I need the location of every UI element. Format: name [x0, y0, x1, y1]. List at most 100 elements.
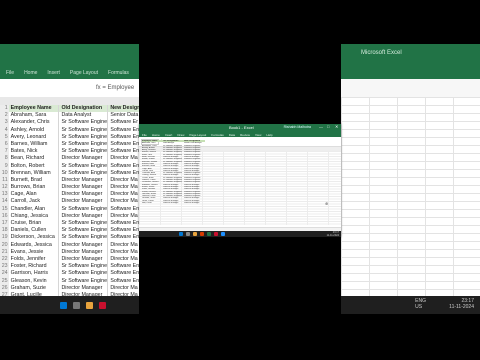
- app-icon[interactable]: [214, 232, 218, 236]
- cell-new-designation[interactable]: Software En: [108, 148, 139, 156]
- table-row[interactable]: 24 Garrison, Harris Sr Software Engineer So…: [0, 270, 139, 278]
- cell-old-designation[interactable]: Sr Software Engineer: [59, 148, 109, 156]
- row-number[interactable]: 10: [0, 169, 9, 177]
- start-icon[interactable]: [179, 232, 183, 236]
- cell-new-designation[interactable]: Software En: [108, 205, 139, 213]
- cell-employee-name[interactable]: Alexander, Chris: [8, 119, 60, 127]
- cell-new-designation[interactable]: Software En: [108, 277, 139, 285]
- office-icon[interactable]: [200, 232, 204, 236]
- cell-new-designation[interactable]: Director Ma: [108, 191, 139, 199]
- cell-employee-name[interactable]: Dickerson, Jessica: [8, 234, 60, 242]
- cell-employee-name[interactable]: Carroll, Jack: [8, 198, 60, 206]
- cell-old-designation[interactable]: Director Manager: [59, 191, 109, 199]
- maximize-button[interactable]: □: [327, 125, 331, 129]
- row-number[interactable]: 13: [0, 191, 9, 199]
- cell-old-designation[interactable]: Sr Software Engineer: [59, 227, 109, 235]
- cell-new-designation[interactable]: Software En: [108, 270, 139, 278]
- table-row[interactable]: 6 Barnes, William Sr Software Engineer Soft…: [0, 140, 139, 149]
- table-row[interactable]: 21 Evans, Jessie Director Manager Director …: [0, 248, 139, 256]
- cell-employee-name[interactable]: Brennan, William: [8, 169, 60, 177]
- cell-new-designation[interactable]: Software En: [108, 126, 139, 134]
- search-icon[interactable]: [73, 301, 80, 309]
- cell-old-designation[interactable]: Sr Software Engineer: [59, 277, 109, 285]
- cell-old-designation[interactable]: Sr Software Engineer: [59, 234, 109, 242]
- cell-old-designation[interactable]: Sr Software Engineer: [59, 133, 109, 141]
- table-row[interactable]: 3 Alexander, Chris Sr Software Engineer Sof…: [0, 119, 139, 127]
- tab-data[interactable]: Data: [229, 133, 235, 137]
- cell-employee-name[interactable]: Cruise, Brian: [8, 220, 60, 228]
- cell-new-designation[interactable]: New Design: [108, 105, 139, 113]
- menu-item[interactable]: Formulas: [108, 70, 129, 76]
- app-icon[interactable]: [99, 301, 106, 309]
- spreadsheet-grid[interactable]: 1 Employee Name Old Designation New Design 2…: [0, 105, 139, 314]
- cell-new-designation[interactable]: Software En: [108, 133, 139, 141]
- cell-old-designation[interactable]: Sr Software Engineer: [59, 220, 109, 228]
- table-row[interactable]: 25 Gleason, Kevin Sr Software Engineer Soft…: [0, 277, 139, 285]
- table-row[interactable]: 2 Abraham, Sara Data Analyst Senior Data: [0, 112, 139, 120]
- cell-employee-name[interactable]: Ashley, Arnold: [8, 126, 60, 134]
- row-number[interactable]: 9: [0, 162, 9, 170]
- table-row[interactable]: 26 Graham, Suzie Director Manager Director …: [0, 284, 139, 292]
- table-row[interactable]: 14 Carroll, Jack Director Manager Director …: [0, 198, 139, 206]
- cell-new-designation[interactable]: Software En: [108, 140, 139, 149]
- table-row[interactable]: 8 Bean, Richard Director Manager Director M…: [0, 155, 139, 163]
- folder-icon[interactable]: [86, 301, 93, 309]
- clock[interactable]: 23:17 11-11-2024: [449, 298, 474, 310]
- row-number[interactable]: 11: [0, 176, 9, 185]
- cell-employee-name[interactable]: Burrows, Brian: [8, 184, 60, 192]
- cell-new-designation[interactable]: Director Ma: [108, 176, 139, 185]
- search-icon[interactable]: [186, 232, 190, 236]
- table-row[interactable]: 1 Employee Name Old Designation New Design: [0, 105, 139, 113]
- tab-help[interactable]: Help: [266, 133, 272, 137]
- row-number[interactable]: 16: [0, 212, 9, 220]
- menu-item[interactable]: Page Layout: [70, 70, 98, 76]
- clock[interactable]: 23:17 11-11-2024: [327, 231, 339, 237]
- tab-insert[interactable]: Insert: [165, 133, 173, 137]
- cell-new-designation[interactable]: Director Ma: [108, 155, 139, 163]
- excel-icon[interactable]: [207, 232, 211, 236]
- cell-old-designation[interactable]: Director Manager: [59, 212, 109, 220]
- cell-new-designation[interactable]: Software En: [108, 263, 139, 271]
- cell-employee-name[interactable]: Garrison, Harris: [8, 270, 60, 278]
- cell-employee-name[interactable]: Bolton, Robert: [8, 162, 60, 170]
- row-number[interactable]: 20: [0, 241, 9, 249]
- cell-new-designation[interactable]: Director Ma: [108, 212, 139, 220]
- cell-employee-name[interactable]: Foster, Richard: [8, 263, 60, 271]
- cell-employee-name[interactable]: Daniels, Cullen: [8, 227, 60, 235]
- table-row[interactable]: 9 Bolton, Robert Sr Software Engineer Softw…: [0, 162, 139, 170]
- cell-employee-name[interactable]: Folds, Jennifer: [8, 255, 60, 264]
- row-number[interactable]: 5: [0, 133, 9, 141]
- row-number[interactable]: 1: [0, 105, 9, 113]
- row-number[interactable]: 14: [0, 198, 9, 206]
- row-number[interactable]: 4: [0, 126, 9, 134]
- cell-old-designation[interactable]: Director Manager: [59, 184, 109, 192]
- minimize-button[interactable]: —: [319, 125, 323, 129]
- row-number[interactable]: 18: [0, 227, 9, 235]
- table-row[interactable]: 12 Burrows, Brian Director Manager Director…: [0, 184, 139, 192]
- cell-old-designation[interactable]: Data Analyst: [59, 112, 109, 120]
- cell-old-designation[interactable]: Director Manager: [59, 155, 109, 163]
- cell-new-designation[interactable]: Director Ma: [108, 241, 139, 249]
- cell-new-designation[interactable]: Senior Data: [108, 112, 139, 120]
- browser-icon[interactable]: [221, 232, 225, 236]
- cell-old-designation[interactable]: Sr Software Engineer: [59, 263, 109, 271]
- cell-old-designation[interactable]: Sr Software Engineer: [59, 140, 109, 149]
- table-row[interactable]: Hall, Laura Director Manager Director Mana…: [142, 202, 205, 204]
- row-number[interactable]: 24: [0, 270, 9, 278]
- cell-employee-name[interactable]: Hall, Laura: [142, 202, 163, 204]
- table-row[interactable]: 16 Chiang, Jessica Director Manager Directo…: [0, 212, 139, 220]
- cell-employee-name[interactable]: Evans, Jessie: [8, 248, 60, 256]
- table-row[interactable]: 13 Cage, Alan Director Manager Director Ma: [0, 191, 139, 199]
- cell-new-designation[interactable]: Software En: [108, 234, 139, 242]
- cell-employee-name[interactable]: Cage, Alan: [8, 191, 60, 199]
- row-number[interactable]: 21: [0, 248, 9, 256]
- cell-old-designation[interactable]: Director Manager: [59, 284, 109, 292]
- cell-old-designation[interactable]: Director Manager: [59, 176, 109, 185]
- tab-file[interactable]: File: [142, 133, 147, 137]
- row-number[interactable]: 22: [0, 255, 9, 264]
- cell-employee-name[interactable]: Chandler, Alan: [8, 205, 60, 213]
- cell-new-designation[interactable]: Director Manager: [184, 202, 205, 204]
- cell-new-designation[interactable]: Software En: [108, 169, 139, 177]
- cell-old-designation[interactable]: Sr Software Engineer: [59, 126, 109, 134]
- cell-employee-name[interactable]: Abraham, Sara: [8, 112, 60, 120]
